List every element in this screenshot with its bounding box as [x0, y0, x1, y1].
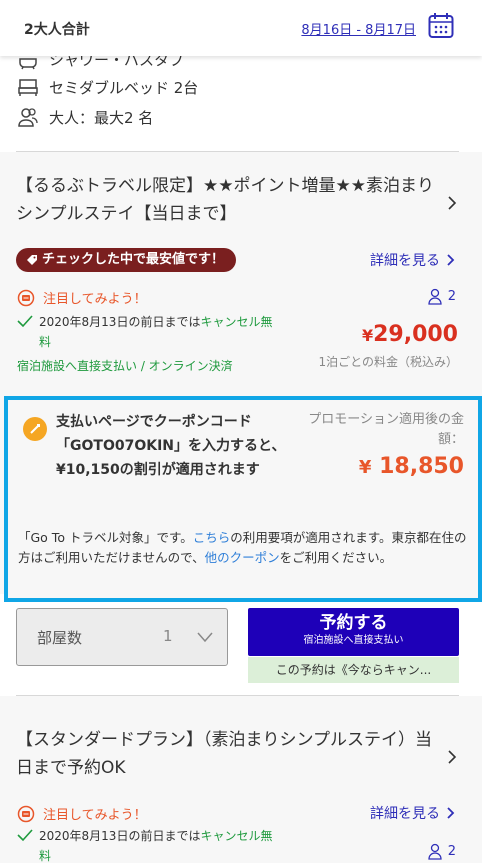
checkmark-icon: [17, 829, 33, 842]
tag-icon: [27, 255, 37, 265]
person-icon: [428, 843, 442, 860]
alert-icon: [17, 805, 35, 822]
coupon-icon: [23, 417, 47, 441]
chevron-right-icon: [447, 807, 455, 819]
plan-title[interactable]: 【るるぶトラベル限定】★★ポイント増量★★素泊まりシンプルステイ【当日まで】: [16, 172, 436, 228]
view-details-link[interactable]: 詳細を見る: [370, 250, 456, 270]
plan-title[interactable]: 【スタンダードプラン】（素泊まりシンプルステイ）当日まで予約OK: [16, 726, 436, 782]
terms-link[interactable]: こちら: [193, 530, 231, 545]
cancellation-policy: 2020年8月13日の前日まではキャンセル無料: [17, 826, 277, 863]
chevron-right-icon[interactable]: [446, 750, 458, 764]
other-coupons-link[interactable]: 他のクーポン: [205, 550, 280, 565]
person-icon: [428, 288, 442, 305]
reserve-button[interactable]: 予約する 宿泊施設へ直接支払い: [248, 608, 459, 656]
room-count-select[interactable]: 部屋数 1: [16, 608, 228, 666]
goto-travel-note: 「Go To トラベル対象」です。こちらの利用要項が適用されます。東京都在住の方…: [18, 530, 467, 565]
coupon-message: 支払いページでクーポンコード「GOTO07OKIN」を入力すると、¥10,150…: [56, 414, 286, 478]
lowest-price-badge: チェックした中で最安値です！: [16, 248, 237, 272]
date-range-link[interactable]: 8月16日 - 8月17日: [301, 19, 416, 38]
reserve-note: この予約は《今ならキャン...: [248, 657, 459, 683]
promo-price: ¥ 18,850: [358, 454, 464, 479]
amenity-occupancy: 大人：最大2 名: [17, 106, 153, 128]
promo-price-label: プロモーション適用後の金額：: [308, 412, 464, 447]
search-summary-header: 2大人合計 8月16日 - 8月17日: [0, 0, 482, 56]
room-amenities: シャワー・バスタブ セミダブルベッド 2台 大人：最大2 名: [0, 51, 482, 152]
checkmark-icon: [17, 315, 33, 328]
room-price: ¥29,000: [361, 322, 458, 347]
guest-count: 2: [426, 287, 456, 305]
chevron-right-icon[interactable]: [446, 196, 458, 210]
cancellation-policy: 2020年8月13日の前日まではキャンセル無料: [17, 312, 277, 352]
calendar-icon[interactable]: [428, 12, 454, 39]
chevron-right-icon: [447, 254, 455, 266]
people-icon: [18, 108, 38, 127]
bed-icon: [18, 79, 38, 96]
chevron-down-icon: [197, 632, 213, 643]
payment-method: 宿泊施設へ直接支払い / オンライン決済: [17, 359, 233, 373]
guest-count: 2: [426, 842, 456, 860]
coupon-promotion: 支払いページでクーポンコード「GOTO07OKIN」を入力すると、¥10,150…: [4, 396, 482, 602]
per-night-note: 1泊ごとの料金（税込み）: [318, 355, 458, 369]
attention-notice: 注目してみよう！: [17, 288, 147, 307]
attention-notice: 注目してみよう！: [17, 804, 147, 823]
amenity-bed: セミダブルベッド 2台: [17, 76, 198, 98]
view-details-link[interactable]: 詳細を見る: [370, 803, 456, 823]
alert-icon: [17, 289, 35, 306]
guests-total: 2大人合計: [24, 22, 90, 38]
